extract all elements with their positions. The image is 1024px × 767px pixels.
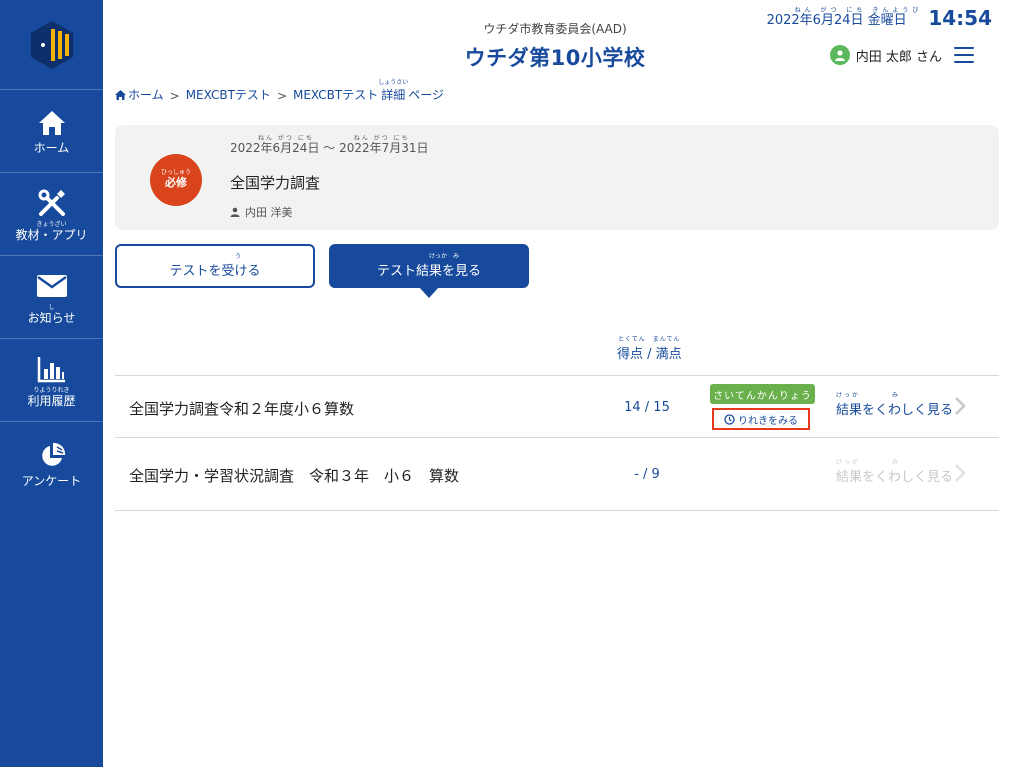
sidebar-item-label: ホーム: [33, 141, 70, 155]
test-info-card: ひっしゅう 必修 ねん がつ にち ねん がつ にち 2022年6月24日 〜 …: [115, 125, 999, 230]
sidebar-item-ruby: りようりれき: [33, 386, 70, 394]
test-period: 2022年6月24日 〜 2022年7月31日: [230, 141, 429, 155]
view-detail-link[interactable]: けっか み 結果をくわしく見る: [836, 393, 954, 419]
score-column-header: とくてん まんてん 得点 / 満点: [617, 336, 682, 363]
user-name: 内田 太郎 さん: [855, 49, 942, 65]
avatar: [829, 45, 850, 65]
view-history-button[interactable]: りれきをみる: [712, 408, 810, 430]
sidebar-item-label: 教材・アプリ: [15, 227, 88, 242]
breadcrumb: ホーム > MEXCBTテスト > MEXCBTテスト しょうさい 詳細 ページ: [115, 80, 444, 103]
school-name: ウチダ第10小学校: [464, 46, 646, 70]
active-tab-indicator: [419, 287, 439, 298]
breadcrumb-home[interactable]: ホーム: [115, 86, 164, 103]
sidebar-item-label: 利用履歴: [27, 393, 76, 408]
breadcrumb-current: MEXCBTテスト しょうさい 詳細 ページ: [293, 80, 444, 103]
user-icon: [834, 50, 845, 61]
required-badge: ひっしゅう 必修: [150, 154, 202, 206]
chevron-right-icon: [955, 464, 966, 482]
current-time: 14:54: [928, 6, 992, 31]
app-logo-icon: [30, 20, 73, 69]
sidebar-item-label: アンケート: [21, 473, 82, 488]
sidebar-item-usage-history[interactable]: りようりれき 利用履歴: [0, 339, 103, 422]
test-row-score: 14 / 15: [624, 400, 670, 415]
breadcrumb-current-ruby-group: しょうさい 詳細: [378, 80, 408, 103]
view-detail-label: 結果をくわしく見る: [836, 470, 954, 485]
view-detail-link-disabled: けっか み 結果をくわしく見る: [836, 460, 954, 486]
sidebar-item-label: お知らせ: [27, 310, 76, 325]
sidebar-item-ruby: きょうざい: [36, 220, 67, 228]
user-info: 内田 太郎 さん: [829, 45, 942, 65]
test-person-name: 内田 洋美: [245, 206, 293, 219]
row-divider: [115, 437, 999, 438]
date-time: ねん がつ にち きんようび 2022年6月24日 金曜日 14:54: [766, 6, 992, 31]
view-detail-label: 結果をくわしく見る: [836, 403, 954, 418]
mail-icon: [36, 274, 67, 297]
take-test-button[interactable]: う テストを受ける: [115, 244, 315, 288]
test-row-title: 全国学力調査令和２年度小６算数: [129, 400, 355, 418]
sidebar-item-notices[interactable]: し お知らせ: [0, 256, 103, 339]
person-icon: [230, 207, 240, 217]
breadcrumb-separator: >: [169, 89, 180, 103]
test-title: 全国学力調査: [230, 174, 321, 192]
sidebar-item-ruby: し: [48, 303, 55, 311]
row-divider: [115, 510, 999, 511]
sidebar: ホーム きょうざい 教材・アプリ し お知らせ りようりれき 利用履歴 アンケー…: [0, 0, 103, 767]
pie-chart-icon: [41, 442, 65, 466]
app-logo[interactable]: [0, 0, 103, 90]
sidebar-item-materials[interactable]: きょうざい 教材・アプリ: [0, 173, 103, 256]
view-results-button[interactable]: けっか み テスト結果を見る: [329, 244, 529, 288]
breadcrumb-current-prefix: MEXCBTテスト: [293, 88, 379, 102]
sidebar-item-survey[interactable]: アンケート: [0, 422, 103, 505]
required-badge-label: 必修: [165, 176, 187, 190]
breadcrumb-separator: >: [276, 89, 287, 103]
organization-name: ウチダ市教育委員会(AAD): [483, 22, 627, 36]
menu-icon[interactable]: [954, 47, 974, 63]
view-history-label: りれきをみる: [738, 415, 798, 427]
test-row-score: - / 9: [634, 467, 660, 482]
sidebar-item-home[interactable]: ホーム: [0, 90, 103, 173]
score-header-ruby: とくてん まんてん: [618, 336, 681, 343]
breadcrumb-current-main: 詳細: [381, 88, 406, 102]
home-icon: [115, 89, 126, 100]
breadcrumb-current-suffix: ページ: [408, 88, 445, 102]
clock-icon: [724, 413, 735, 425]
grading-complete-badge: さいてんかんりょう: [710, 384, 815, 404]
home-icon: [38, 111, 65, 135]
chevron-right-icon[interactable]: [952, 396, 968, 416]
current-date: 2022年6月24日 金曜日: [766, 13, 907, 28]
row-divider: [115, 375, 999, 376]
test-row-title: 全国学力・学習状況調査 令和３年 小６ 算数: [129, 467, 460, 485]
bar-chart-icon: [37, 356, 65, 382]
breadcrumb-home-label: ホーム: [128, 88, 164, 102]
test-person: 内田 洋美: [230, 204, 293, 220]
tools-icon: [38, 189, 65, 216]
score-header-label: 得点 / 満点: [617, 347, 682, 362]
take-test-label: テストを受ける: [169, 263, 261, 279]
view-results-label: テスト結果を見る: [376, 263, 481, 279]
breadcrumb-mexcbt[interactable]: MEXCBTテスト: [186, 86, 271, 103]
